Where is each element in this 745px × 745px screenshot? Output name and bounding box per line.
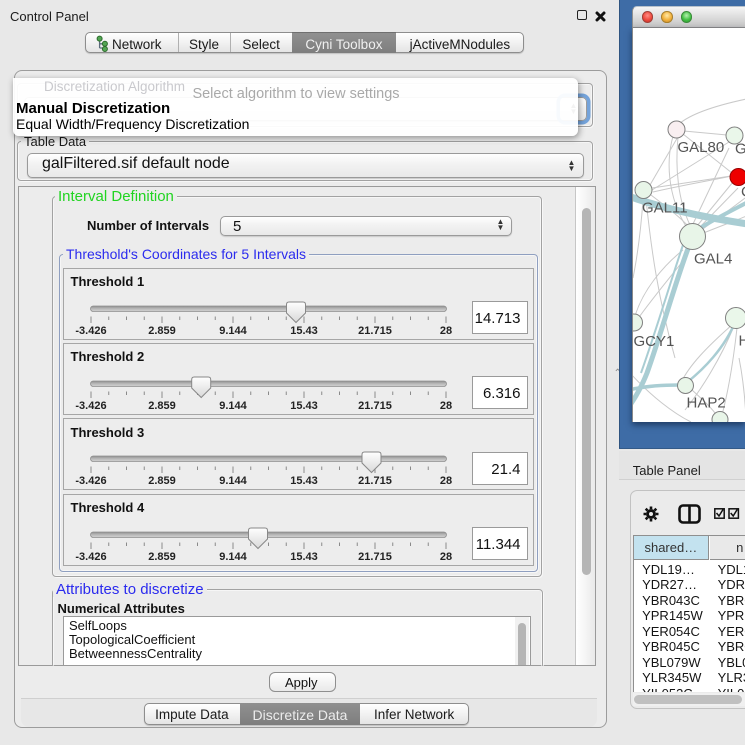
svg-text:28: 28 bbox=[440, 400, 452, 412]
svg-text:GCY1: GCY1 bbox=[633, 333, 674, 350]
svg-text:GAL80: GAL80 bbox=[677, 139, 724, 156]
svg-text:2.859: 2.859 bbox=[148, 325, 176, 337]
svg-text:15.43: 15.43 bbox=[290, 551, 318, 563]
svg-text:-3.426: -3.426 bbox=[75, 475, 106, 487]
svg-text:2.859: 2.859 bbox=[148, 475, 176, 487]
svg-text:28: 28 bbox=[440, 475, 452, 487]
svg-text:28: 28 bbox=[440, 325, 452, 337]
svg-text:C: C bbox=[741, 183, 745, 200]
svg-text:-3.426: -3.426 bbox=[75, 325, 106, 337]
svg-text:9.144: 9.144 bbox=[219, 551, 247, 563]
svg-text:21.715: 21.715 bbox=[358, 475, 392, 487]
svg-text:15.43: 15.43 bbox=[290, 325, 318, 337]
svg-text:21.715: 21.715 bbox=[358, 325, 392, 337]
svg-text:GA: GA bbox=[735, 140, 745, 157]
svg-text:-3.426: -3.426 bbox=[75, 400, 106, 412]
svg-text:15.43: 15.43 bbox=[290, 400, 318, 412]
svg-text:HAP2: HAP2 bbox=[686, 394, 725, 411]
svg-text:15.43: 15.43 bbox=[290, 475, 318, 487]
svg-text:21.715: 21.715 bbox=[358, 551, 392, 563]
svg-text:H: H bbox=[738, 332, 745, 349]
svg-text:9.144: 9.144 bbox=[219, 325, 247, 337]
svg-text:GAL11: GAL11 bbox=[642, 199, 688, 216]
svg-text:9.144: 9.144 bbox=[219, 475, 247, 487]
svg-text:9.144: 9.144 bbox=[219, 400, 247, 412]
svg-text:2.859: 2.859 bbox=[148, 551, 176, 563]
svg-text:GAL4: GAL4 bbox=[694, 250, 732, 267]
svg-text:-3.426: -3.426 bbox=[75, 551, 106, 563]
svg-text:28: 28 bbox=[440, 551, 452, 563]
svg-text:21.715: 21.715 bbox=[358, 400, 392, 412]
svg-text:2.859: 2.859 bbox=[148, 400, 176, 412]
